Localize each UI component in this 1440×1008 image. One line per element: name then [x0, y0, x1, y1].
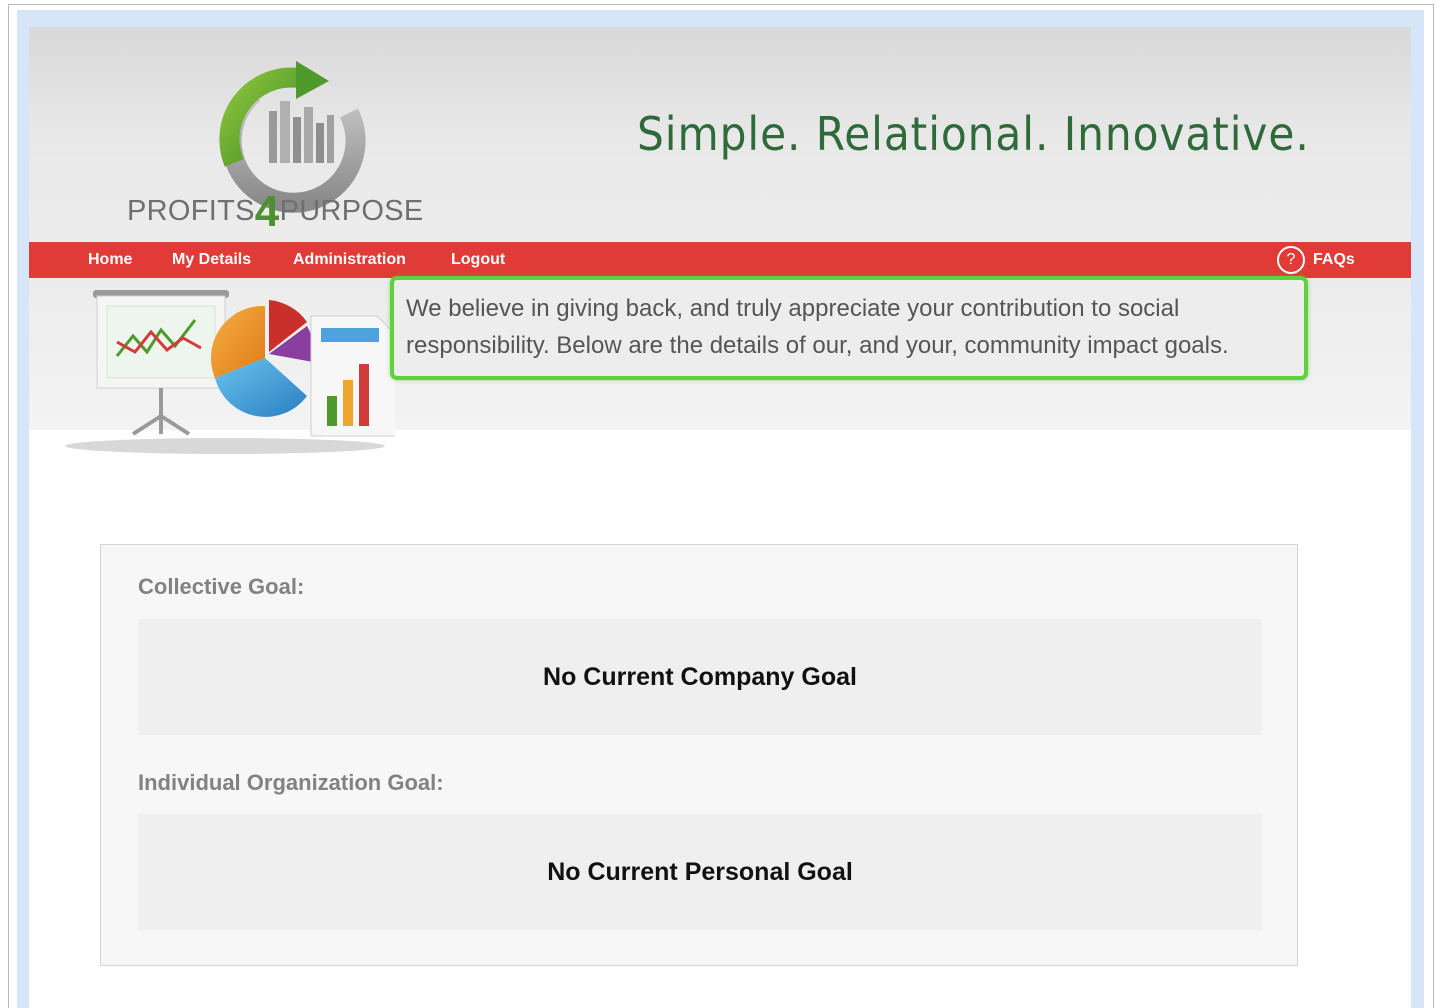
- collective-goal-box: No Current Company Goal: [138, 619, 1262, 735]
- nav-my-details[interactable]: My Details: [172, 251, 251, 269]
- individual-goal-label: Individual Organization Goal:: [138, 770, 444, 795]
- nav-logout[interactable]: Logout: [451, 251, 505, 269]
- tagline: Simple. Relational. Innovative.: [637, 107, 1310, 161]
- nav-administration[interactable]: Administration: [293, 251, 406, 269]
- faqs-label: FAQs: [1313, 251, 1355, 268]
- main-nav: Home My Details Administration Logout ? …: [29, 242, 1411, 278]
- nav-home[interactable]: Home: [88, 251, 132, 269]
- nav-faqs[interactable]: ? FAQs: [1277, 246, 1355, 274]
- presentation-charts-illustration: [65, 290, 395, 454]
- help-circle-icon: ?: [1277, 246, 1305, 274]
- community-message: We believe in giving back, and truly app…: [406, 295, 1229, 359]
- logo-wordmark: PROFITS4PURPOSE: [127, 187, 424, 236]
- site-header: PROFITS4PURPOSE Simple. Relational. Inno…: [29, 27, 1411, 242]
- collective-goal-label: Collective Goal:: [138, 574, 305, 599]
- community-message-callout: We believe in giving back, and truly app…: [390, 276, 1308, 380]
- individual-goal-value: No Current Personal Goal: [547, 857, 853, 886]
- collective-goal-value: No Current Company Goal: [543, 662, 857, 691]
- goals-panel: Collective Goal: No Current Company Goal…: [100, 544, 1298, 966]
- individual-goal-box: No Current Personal Goal: [138, 814, 1262, 930]
